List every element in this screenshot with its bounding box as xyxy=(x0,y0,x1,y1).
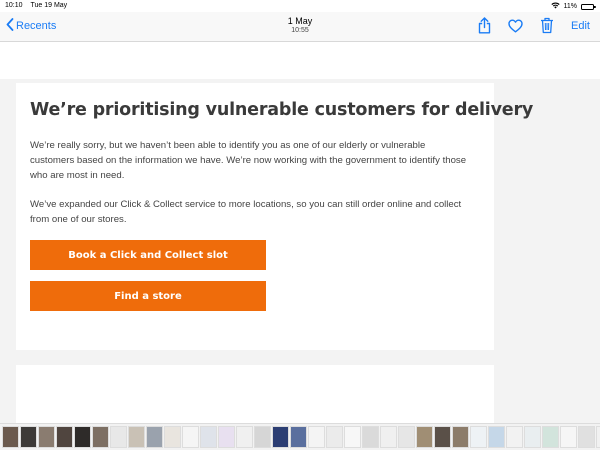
edit-button[interactable]: Edit xyxy=(571,20,590,32)
page-thumbnail[interactable] xyxy=(308,426,325,448)
page-thumbnail[interactable] xyxy=(380,426,397,448)
page-thumbnail[interactable] xyxy=(128,426,145,448)
battery-icon xyxy=(581,3,596,10)
status-date: Tue 19 May xyxy=(30,2,68,9)
page-thumbnail[interactable] xyxy=(146,426,163,448)
chevron-left-icon xyxy=(6,18,16,34)
page-thumbnail[interactable] xyxy=(596,426,600,448)
page-thumbnail[interactable] xyxy=(38,426,55,448)
page-thumbnail[interactable] xyxy=(560,426,577,448)
page-thumbnail[interactable] xyxy=(344,426,361,448)
page-thumbnail[interactable] xyxy=(200,426,217,448)
toolbar-actions: Edit xyxy=(478,17,590,34)
page-thumbnail[interactable] xyxy=(506,426,523,448)
back-button[interactable]: Recents xyxy=(6,18,56,34)
page-thumbnail[interactable] xyxy=(56,426,73,448)
message-paragraph-2: We’ve expanded our Click & Collect servi… xyxy=(30,199,462,225)
find-a-store-button[interactable]: Find a store xyxy=(30,281,266,311)
page-thumbnail[interactable] xyxy=(452,426,469,448)
page-thumbnail[interactable] xyxy=(92,426,109,448)
navigation-bar: Recents 1 May 10:55 Edit xyxy=(0,12,600,42)
page-thumbnail[interactable] xyxy=(524,426,541,448)
page-thumbnail[interactable] xyxy=(290,426,307,448)
message-card: We’re prioritising vulnerable customers … xyxy=(16,83,533,350)
heart-icon[interactable] xyxy=(508,19,523,33)
page-thumbnail[interactable] xyxy=(488,426,505,448)
page-thumbnail[interactable] xyxy=(470,426,487,448)
status-right: 11% xyxy=(550,2,596,11)
message-paragraph-1: We’re really sorry, but we haven’t been … xyxy=(30,140,467,181)
page-thumbnail[interactable] xyxy=(578,426,595,448)
email-content: We’re prioritising vulnerable customers … xyxy=(0,43,600,423)
book-click-and-collect-button[interactable]: Book a Click and Collect slot xyxy=(30,240,266,270)
trash-icon[interactable] xyxy=(540,17,554,34)
page-thumbnail[interactable] xyxy=(254,426,271,448)
page-thumbnail[interactable] xyxy=(416,426,433,448)
battery-percent: 11% xyxy=(563,3,578,10)
page-thumbnail[interactable] xyxy=(164,426,181,448)
page-thumbnail[interactable] xyxy=(362,426,379,448)
page-thumbnail[interactable] xyxy=(20,426,37,448)
page-thumbnail[interactable] xyxy=(326,426,343,448)
status-time: 10:10 xyxy=(5,2,23,9)
message-heading: We’re prioritising vulnerable customers … xyxy=(30,100,534,120)
page-thumbnail[interactable] xyxy=(542,426,559,448)
page-thumbnail[interactable] xyxy=(398,426,415,448)
page-thumbnail[interactable] xyxy=(434,426,451,448)
wifi-icon xyxy=(550,2,560,11)
page-thumbnail-strip[interactable] xyxy=(0,423,600,450)
share-icon[interactable] xyxy=(478,17,491,34)
page-thumbnail[interactable] xyxy=(218,426,235,448)
page-thumbnail[interactable] xyxy=(182,426,199,448)
page-thumbnail[interactable] xyxy=(2,426,19,448)
page-thumbnail[interactable] xyxy=(110,426,127,448)
page-thumbnail[interactable] xyxy=(272,426,289,448)
status-bar: 10:10 Tue 19 May 11% xyxy=(0,0,600,12)
status-time-date: 10:10 Tue 19 May xyxy=(5,2,67,9)
next-card xyxy=(16,365,494,423)
back-button-label: Recents xyxy=(16,20,57,32)
page-thumbnail[interactable] xyxy=(74,426,91,448)
page-thumbnail[interactable] xyxy=(236,426,253,448)
